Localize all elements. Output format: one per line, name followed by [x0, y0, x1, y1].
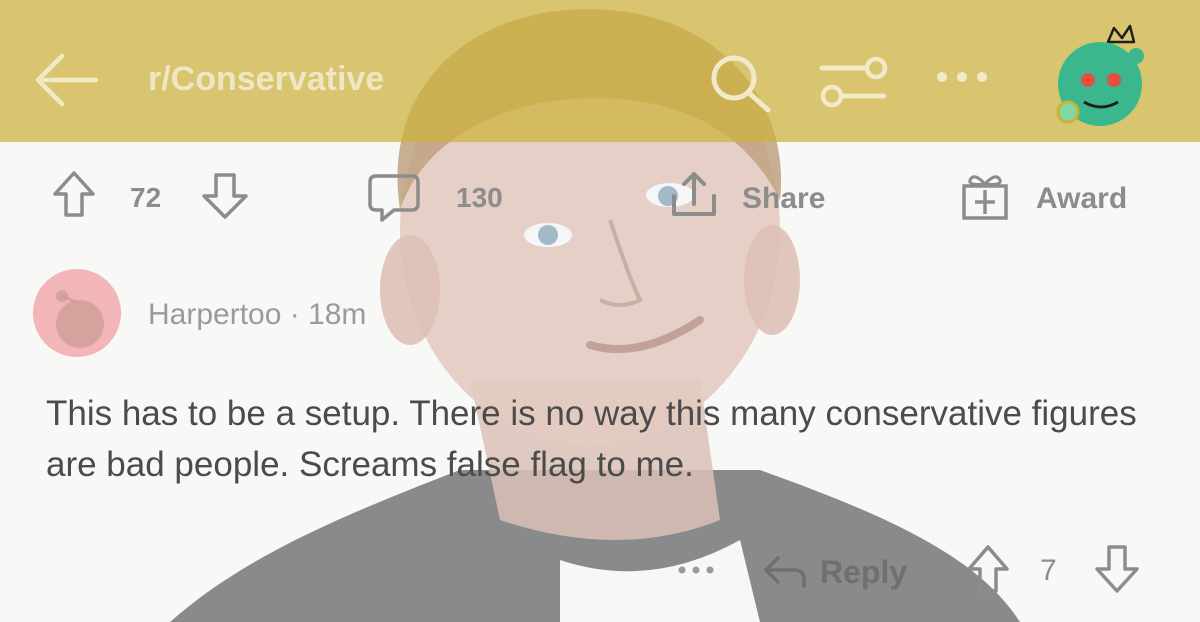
search-icon[interactable] — [706, 52, 776, 112]
comment-body: This has to be a setup. There is no way … — [46, 394, 1137, 484]
upvote-arrow-icon[interactable] — [52, 170, 96, 218]
commenter-avatar[interactable] — [32, 268, 122, 358]
user-avatar-icon[interactable] — [1050, 22, 1150, 132]
reply-button[interactable]: Reply — [762, 548, 918, 596]
downvote-arrow-icon[interactable] — [200, 172, 250, 220]
share-button[interactable]: Share — [742, 182, 825, 216]
comment-author-line[interactable]: Harpertoo · 18m — [148, 298, 366, 332]
reply-arrow-icon — [762, 554, 806, 590]
share-icon[interactable] — [668, 168, 720, 220]
comment-more-icon[interactable] — [674, 560, 718, 580]
gift-award-icon[interactable] — [960, 170, 1010, 222]
post-actions-row: 72 130 Share Award — [0, 166, 1200, 236]
back-arrow-icon[interactable] — [32, 50, 98, 110]
comment-upvote-icon[interactable] — [966, 544, 1010, 594]
subreddit-title[interactable]: r/Conservative — [148, 60, 384, 99]
sort-filter-icon[interactable] — [818, 52, 888, 112]
comment-bubble-icon[interactable] — [366, 172, 422, 224]
more-dots-icon[interactable] — [932, 62, 992, 92]
reply-label: Reply — [820, 554, 908, 590]
award-button[interactable]: Award — [1036, 182, 1127, 216]
comment-downvote-icon[interactable] — [1094, 544, 1140, 594]
post-vote-count: 72 — [130, 182, 162, 213]
comment-vote-count: 7 — [1040, 554, 1057, 587]
comment-count[interactable]: 130 — [456, 182, 503, 214]
